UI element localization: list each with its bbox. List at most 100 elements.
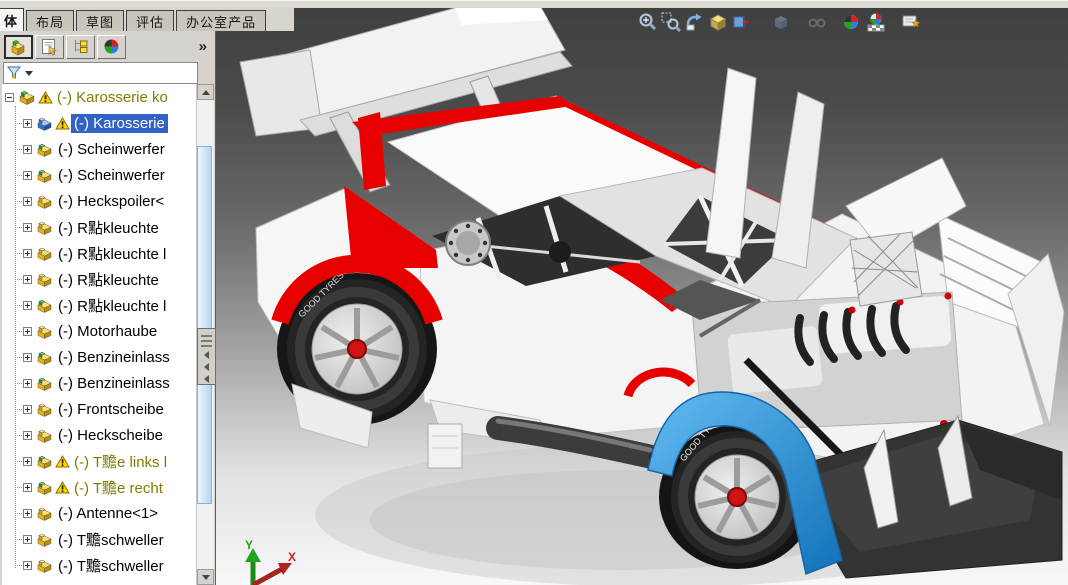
tree-item[interactable]: (-) T黵schweller	[2, 552, 196, 578]
graphics-viewport[interactable]: GOOD TYRES	[215, 8, 1068, 585]
expand-box[interactable]	[23, 561, 32, 570]
filter-field[interactable]	[3, 62, 198, 84]
tree-item-label[interactable]: (-) R點kleuchte	[55, 268, 162, 291]
expand-box[interactable]	[23, 509, 32, 518]
collapse-box[interactable]	[5, 93, 14, 102]
part-icon	[36, 402, 53, 417]
expand-box[interactable]	[23, 535, 32, 544]
expand-box[interactable]	[23, 301, 32, 310]
tree-item-label[interactable]: (-) T黵e recht	[71, 476, 166, 499]
tree-item[interactable]	[2, 578, 196, 585]
tree-item-label[interactable]: (-) Motorhaube	[55, 322, 160, 341]
propertymanager-tab[interactable]	[35, 35, 64, 59]
tree-item[interactable]: (-) Karosserie ko	[2, 84, 196, 110]
tree-item[interactable]: (-) Antenne<1>	[2, 500, 196, 526]
tree-item-label[interactable]: (-) Benzineinlass	[55, 348, 173, 367]
tree-item[interactable]: (-) Motorhaube	[2, 318, 196, 344]
panel-header: »	[0, 31, 215, 60]
tree-item[interactable]: (-) T黵e recht	[2, 474, 196, 500]
expand-box[interactable]	[23, 483, 32, 492]
section-view-icon[interactable]	[729, 11, 752, 32]
tree-item[interactable]: (-) T黵e links l	[2, 448, 196, 474]
filter-dropdown-caret[interactable]	[25, 71, 33, 76]
scroll-down-button[interactable]	[197, 569, 214, 585]
featuremanager-tree-tab[interactable]	[4, 35, 33, 59]
part-icon	[36, 220, 53, 235]
tree-item-label[interactable]: (-) T黵schweller	[55, 528, 167, 551]
view-settings-icon[interactable]	[899, 11, 922, 32]
tree-item[interactable]: (-) Scheinwerfer	[2, 162, 196, 188]
heads-up-toolbar	[636, 11, 922, 32]
assembly-icon	[18, 89, 36, 105]
tree-item[interactable]: (-) R點kleuchte	[2, 266, 196, 292]
expand-box[interactable]	[23, 223, 32, 232]
view-orientation-icon[interactable]	[706, 11, 729, 32]
part-icon	[36, 298, 53, 313]
tree-item-label[interactable]: (-) Frontscheibe	[55, 400, 167, 419]
tree-item[interactable]: (-) Scheinwerfer	[2, 136, 196, 162]
tab-布局[interactable]: 布局	[26, 10, 74, 31]
previous-view-icon[interactable]	[682, 11, 705, 32]
featuremanager-panel: » (-) Karosserie ko (-) Karosserie (-) S…	[0, 31, 216, 585]
tree-item[interactable]: (-) Karosserie	[2, 110, 196, 136]
expand-box[interactable]	[23, 197, 32, 206]
panel-overflow-chevron[interactable]: »	[199, 38, 211, 55]
tree-item[interactable]: (-) R點kleuchte l	[2, 240, 196, 266]
tree-item-label[interactable]: (-) Karosserie	[71, 114, 168, 133]
configurationmanager-tab[interactable]	[66, 35, 95, 59]
tree-item[interactable]: (-) T黵schweller	[2, 526, 196, 552]
tree-item[interactable]: (-) R點kleuchte l	[2, 292, 196, 318]
tree-item-label[interactable]: (-) Scheinwerfer	[55, 166, 168, 185]
tree-item-label[interactable]: (-) R點kleuchte l	[55, 294, 169, 317]
car-3d-model[interactable]: GOOD TYRES	[215, 8, 1068, 585]
expand-box[interactable]	[23, 327, 32, 336]
expand-box[interactable]	[23, 353, 32, 362]
panel-splitter-handle[interactable]	[197, 328, 216, 385]
displaymanager-tab[interactable]	[97, 35, 126, 59]
scroll-up-button[interactable]	[197, 84, 214, 100]
expand-box[interactable]	[23, 431, 32, 440]
expand-box[interactable]	[23, 405, 32, 414]
expand-box[interactable]	[23, 249, 32, 258]
scrollbar-thumb[interactable]	[197, 146, 212, 504]
apply-scene-icon[interactable]	[864, 11, 887, 32]
edit-appearance-icon[interactable]	[839, 11, 862, 32]
expand-box[interactable]	[23, 119, 32, 128]
tree-item-label[interactable]: (-) Benzineinlass	[55, 374, 173, 393]
tree-item-label[interactable]: (-) R點kleuchte	[55, 216, 162, 239]
tree-item[interactable]: (-) Frontscheibe	[2, 396, 196, 422]
part-icon	[36, 454, 53, 469]
tab-体[interactable]: 体	[0, 8, 24, 31]
tree-item[interactable]: (-) Heckspoiler<	[2, 188, 196, 214]
tree-item-label[interactable]: (-) T黵schweller	[55, 554, 167, 577]
tab-评估[interactable]: 评估	[126, 10, 174, 31]
tree-item[interactable]: (-) Benzineinlass	[2, 370, 196, 396]
tree-item-label[interactable]: (-) Heckscheibe	[55, 426, 166, 445]
tree-item-label[interactable]: (-) Heckspoiler<	[55, 192, 167, 211]
tree-item-label[interactable]: (-) T黵e links l	[71, 450, 170, 473]
tree-item-label[interactable]: (-) Antenne<1>	[55, 504, 161, 523]
expand-box[interactable]	[23, 275, 32, 284]
part-icon	[36, 142, 53, 157]
filter-funnel-icon	[7, 66, 21, 80]
tree-item[interactable]: (-) Heckscheibe	[2, 422, 196, 448]
expand-box[interactable]	[23, 171, 32, 180]
part-icon	[36, 194, 53, 209]
warning-icon	[55, 481, 70, 494]
tree-item-label[interactable]: (-) Karosserie ko	[54, 88, 171, 107]
zoom-to-fit-icon[interactable]	[636, 11, 659, 32]
expand-box[interactable]	[23, 457, 32, 466]
tree-item-label[interactable]: (-) R點kleuchte l	[55, 242, 169, 265]
tab-办公室产品[interactable]: 办公室产品	[176, 10, 266, 31]
tab-草图[interactable]: 草图	[76, 10, 124, 31]
feature-tree: (-) Karosserie ko (-) Karosserie (-) Sch…	[2, 84, 196, 585]
expand-box[interactable]	[23, 379, 32, 388]
tree-item-label[interactable]: (-) Scheinwerfer	[55, 140, 168, 159]
expand-box[interactable]	[23, 145, 32, 154]
tree-item[interactable]: (-) R點kleuchte	[2, 214, 196, 240]
tree-item[interactable]: (-) Benzineinlass	[2, 344, 196, 370]
fuel-cap[interactable]	[446, 221, 490, 265]
display-style-icon[interactable]	[769, 11, 792, 32]
hide-show-items-icon[interactable]	[805, 11, 828, 32]
zoom-to-area-icon[interactable]	[659, 11, 682, 32]
